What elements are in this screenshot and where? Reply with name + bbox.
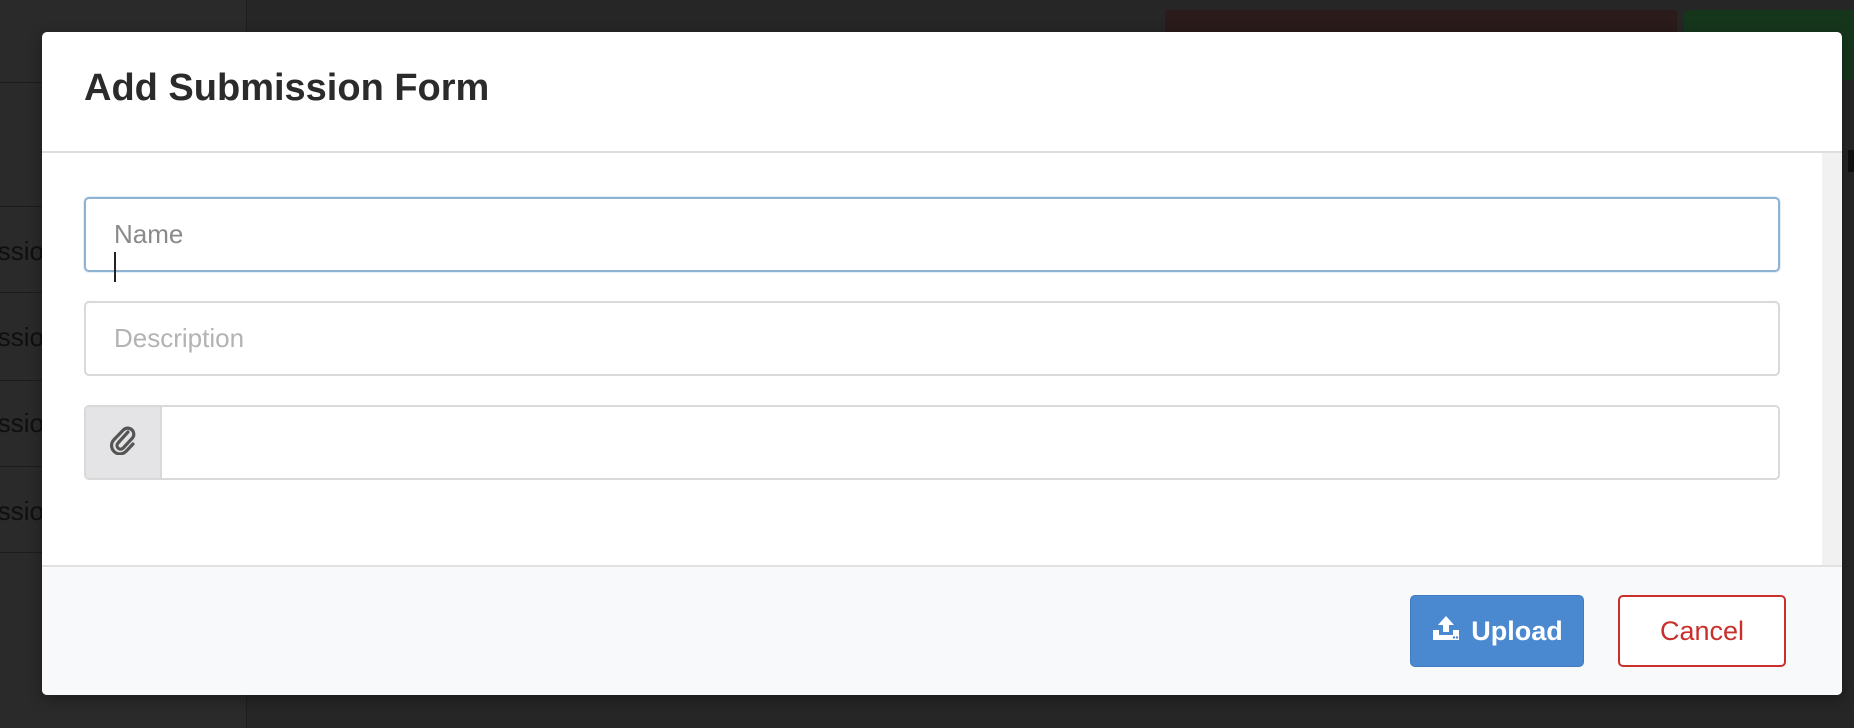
add-submission-form-modal: Add Submission Form Upload xyxy=(42,32,1842,695)
background-edge-mark xyxy=(1848,150,1854,172)
modal-title: Add Submission Form xyxy=(84,67,490,109)
modal-scrollbar-track[interactable] xyxy=(1822,152,1842,597)
upload-button[interactable]: Upload xyxy=(1410,595,1584,667)
file-addon[interactable] xyxy=(86,407,162,478)
file-upload-group xyxy=(84,405,1780,480)
cancel-button[interactable]: Cancel xyxy=(1618,595,1786,667)
upload-icon xyxy=(1431,614,1461,649)
name-input[interactable] xyxy=(84,197,1780,272)
paperclip-icon xyxy=(109,425,137,460)
background-row-text: ssio xyxy=(0,496,44,526)
file-input[interactable] xyxy=(162,407,1778,478)
upload-button-label: Upload xyxy=(1471,615,1563,646)
description-input[interactable] xyxy=(84,301,1780,376)
text-cursor xyxy=(114,252,116,282)
background-row-text: ssio xyxy=(0,236,44,266)
modal-header: Add Submission Form xyxy=(42,32,1842,153)
background-row-text: ssio xyxy=(0,322,44,352)
background-row-text: ssio xyxy=(0,408,44,438)
modal-footer: Upload Cancel xyxy=(42,565,1842,695)
cancel-button-label: Cancel xyxy=(1659,615,1745,646)
